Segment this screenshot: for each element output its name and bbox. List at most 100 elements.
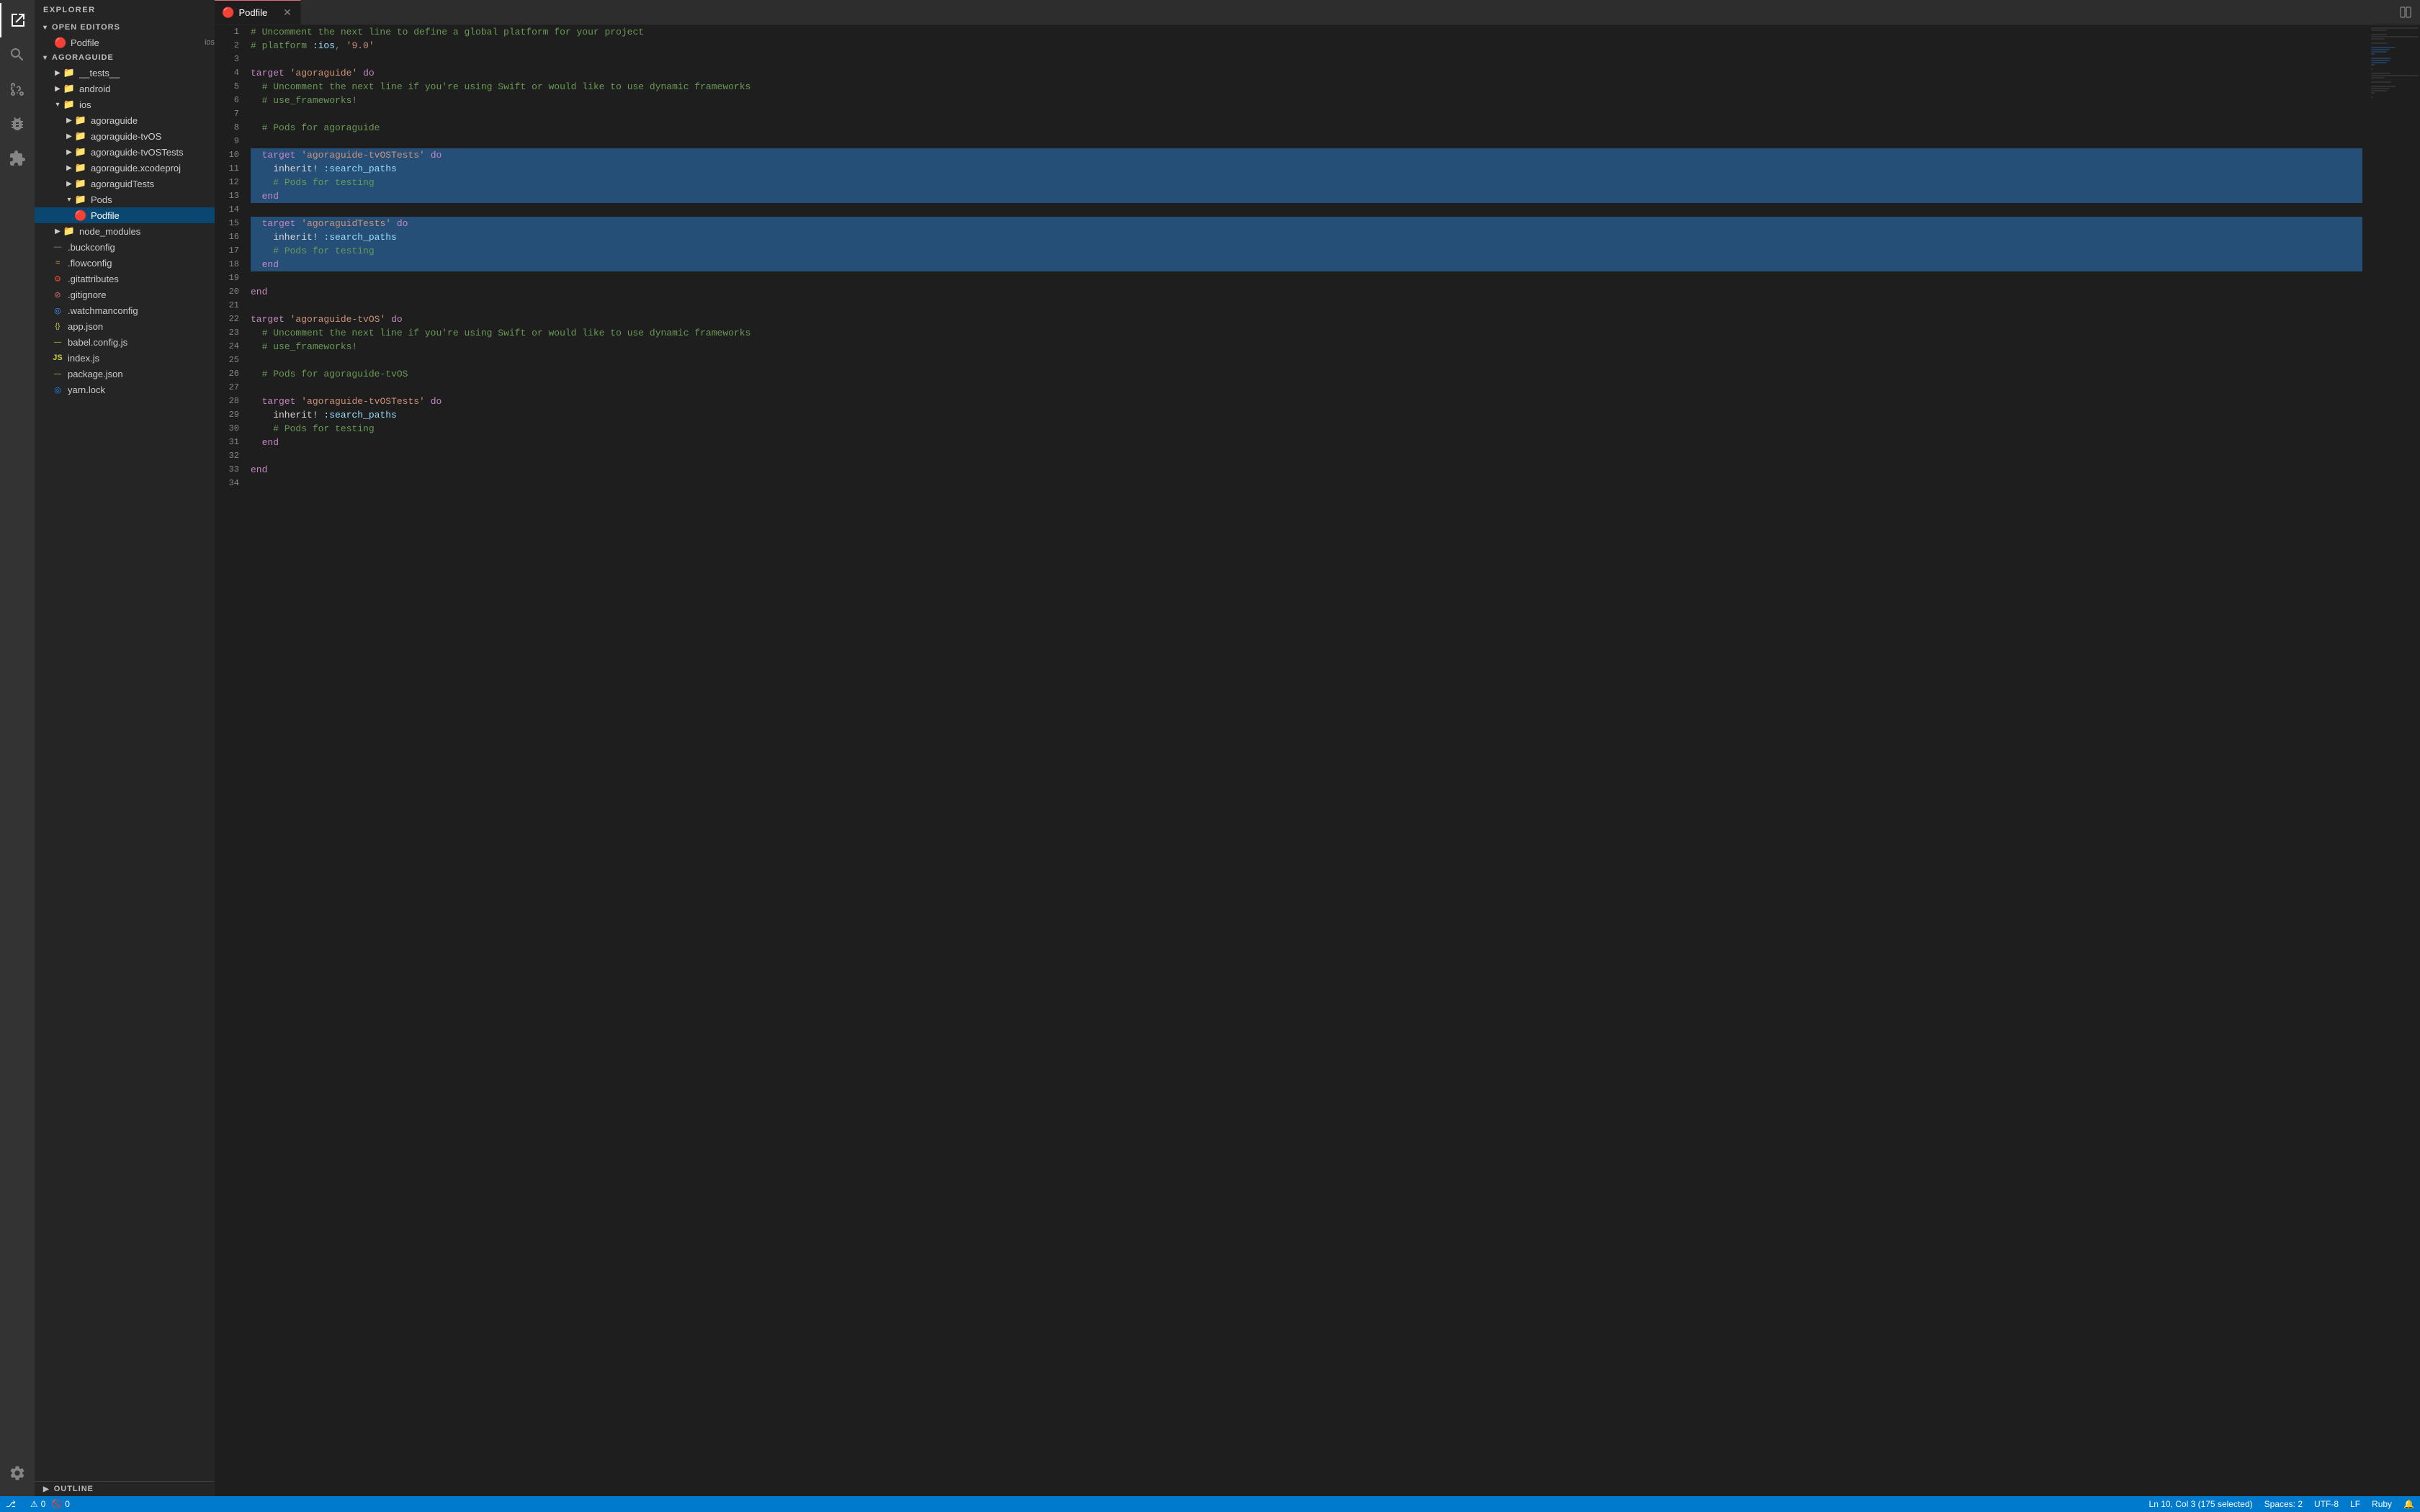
tree-item-gitattributes[interactable]: ⚙ .gitattributes — [35, 271, 215, 287]
code-line: # Uncomment the next line if you're usin… — [251, 326, 2362, 340]
code-line — [251, 107, 2362, 121]
code-line: # Pods for agoraguide-tvOS — [251, 367, 2362, 381]
code-line: # Pods for testing — [251, 176, 2362, 189]
minimap-line — [2371, 75, 2419, 76]
folder-arrow: ▶ — [63, 114, 75, 126]
tree-item-indexjs[interactable]: JS index.js — [35, 350, 215, 366]
flow-icon: ≈ — [52, 257, 63, 269]
outline-section[interactable]: ▶ OUTLINE — [35, 1481, 215, 1496]
project-section[interactable]: ▾ AGORAGUIDE — [35, 50, 215, 65]
folder-label: agoraguidTests — [91, 179, 215, 189]
tree-item-pods[interactable]: ▾ 📁 Pods — [35, 192, 215, 207]
tree-item-yarnlock[interactable]: ◎ yarn.lock — [35, 382, 215, 397]
code-line — [251, 381, 2362, 395]
status-language[interactable]: Ruby — [2366, 1496, 2398, 1512]
tree-item-agoraguide-tvos[interactable]: ▶ 📁 agoraguide-tvOS — [35, 128, 215, 144]
code-line — [251, 53, 2362, 66]
line-number: 28 — [215, 395, 251, 408]
minimap — [2362, 25, 2420, 1496]
line-number: 16 — [215, 230, 251, 244]
split-editor-button[interactable] — [2397, 4, 2414, 21]
folder-arrow: ▶ — [52, 83, 63, 94]
tree-item-flowconfig[interactable]: ≈ .flowconfig — [35, 255, 215, 271]
code-editor[interactable]: # Uncomment the next line to define a gl… — [251, 25, 2362, 1496]
activity-bar-explorer[interactable] — [0, 3, 35, 37]
file-label: .buckconfig — [68, 242, 215, 253]
tree-item-appjson[interactable]: {} app.json — [35, 318, 215, 334]
tree-item-agoraguide-tests[interactable]: ▶ 📁 agoraguidTests — [35, 176, 215, 192]
file-label: .watchmanconfig — [68, 305, 215, 316]
file-label: package.json — [68, 369, 215, 379]
status-bell[interactable]: 🔔 — [2398, 1496, 2420, 1512]
minimap-line — [2371, 49, 2390, 50]
config-icon: — — [52, 241, 63, 253]
status-errors-label: 0 — [41, 1499, 46, 1509]
tree-item-buckconfig[interactable]: — .buckconfig — [35, 239, 215, 255]
line-number: 24 — [215, 340, 251, 354]
status-line-col[interactable]: Ln 10, Col 3 (175 selected) — [2143, 1496, 2259, 1512]
folder-icon: 📁 — [75, 146, 86, 158]
tree-item-gitignore[interactable]: ⊘ .gitignore — [35, 287, 215, 302]
tree-item-podfile[interactable]: 🔴 Podfile — [35, 207, 215, 223]
line-number: 26 — [215, 367, 251, 381]
activity-bar-git[interactable] — [0, 72, 35, 107]
language-label: Ruby — [2372, 1499, 2392, 1509]
minimap-line — [2371, 60, 2390, 61]
tree-item-android[interactable]: ▶ 📁 android — [35, 81, 215, 96]
tree-item-agoraguide-tvostests[interactable]: ▶ 📁 agoraguide-tvOSTests — [35, 144, 215, 160]
status-errors[interactable]: ⚠ 0 🚫 0 — [24, 1496, 76, 1512]
status-left: ⎇ ⚠ 0 🚫 0 — [0, 1496, 76, 1512]
ios-folder-icon: 📁 — [63, 99, 75, 110]
line-number: 7 — [215, 107, 251, 121]
code-line — [251, 449, 2362, 463]
minimap-line — [2371, 36, 2419, 37]
activity-bar-settings[interactable] — [0, 1456, 35, 1490]
project-chevron: ▾ — [43, 54, 48, 62]
status-encoding[interactable]: UTF-8 — [2308, 1496, 2344, 1512]
line-number: 30 — [215, 422, 251, 436]
js-icon: — — [52, 336, 63, 348]
line-number: 14 — [215, 203, 251, 217]
tree-item-agoraguide[interactable]: ▶ 📁 agoraguide — [35, 112, 215, 128]
project-label: AGORAGUIDE — [52, 53, 114, 62]
minimap-line — [2371, 77, 2385, 78]
tree-item-node-modules[interactable]: ▶ 📁 node_modules — [35, 223, 215, 239]
activity-bar-extensions[interactable] — [0, 141, 35, 176]
activity-bar-search[interactable] — [0, 37, 35, 72]
sidebar-title: EXPLORER — [35, 0, 215, 20]
open-editor-podfile[interactable]: 🔴 Podfile ios — [35, 35, 215, 50]
tree-item-xcodeproj[interactable]: ▶ 📁 agoraguide.xcodeproj — [35, 160, 215, 176]
git-ignore-icon: ⊘ — [52, 289, 63, 300]
tree-item-ios[interactable]: ▾ 📁 ios — [35, 96, 215, 112]
tab-close-button[interactable]: ✕ — [282, 7, 293, 19]
status-spaces[interactable]: Spaces: 2 — [2259, 1496, 2308, 1512]
folder-label: agoraguide-tvOS — [91, 131, 215, 142]
activity-bar-debug[interactable] — [0, 107, 35, 141]
tab-podfile[interactable]: 🔴 Podfile ✕ — [215, 0, 301, 24]
tree-item-tests[interactable]: ▶ 📁 __tests__ — [35, 65, 215, 81]
open-editors-section[interactable]: ▾ OPEN EDITORS — [35, 20, 215, 35]
tab-bar-actions — [2391, 0, 2420, 24]
line-number: 9 — [215, 135, 251, 148]
line-number: 8 — [215, 121, 251, 135]
encoding-label: UTF-8 — [2314, 1499, 2339, 1509]
tree-item-babelconfig[interactable]: — babel.config.js — [35, 334, 215, 350]
folder-arrow: ▶ — [63, 162, 75, 174]
podfile-icon: 🔴 — [55, 37, 66, 48]
status-line-ending[interactable]: LF — [2344, 1496, 2366, 1512]
file-label: .gitattributes — [68, 274, 215, 284]
minimap-line — [2371, 88, 2390, 89]
folder-label: __tests__ — [79, 68, 215, 78]
folder-label: ios — [79, 99, 215, 110]
code-line: target 'agoraguide-tvOSTests' do — [251, 148, 2362, 162]
line-number: 15 — [215, 217, 251, 230]
error-x-icon: 🚫 — [51, 1499, 62, 1509]
folder-icon: 📁 — [75, 162, 86, 174]
tree-item-watchmanconfig[interactable]: ◎ .watchmanconfig — [35, 302, 215, 318]
tree-item-packagejson[interactable]: — package.json — [35, 366, 215, 382]
code-line — [251, 299, 2362, 312]
editor: 1234567891011121314151617181920212223242… — [215, 25, 2420, 1496]
code-line: end — [251, 258, 2362, 271]
folder-arrow: ▶ — [52, 67, 63, 78]
status-branch[interactable]: ⎇ — [0, 1496, 24, 1512]
